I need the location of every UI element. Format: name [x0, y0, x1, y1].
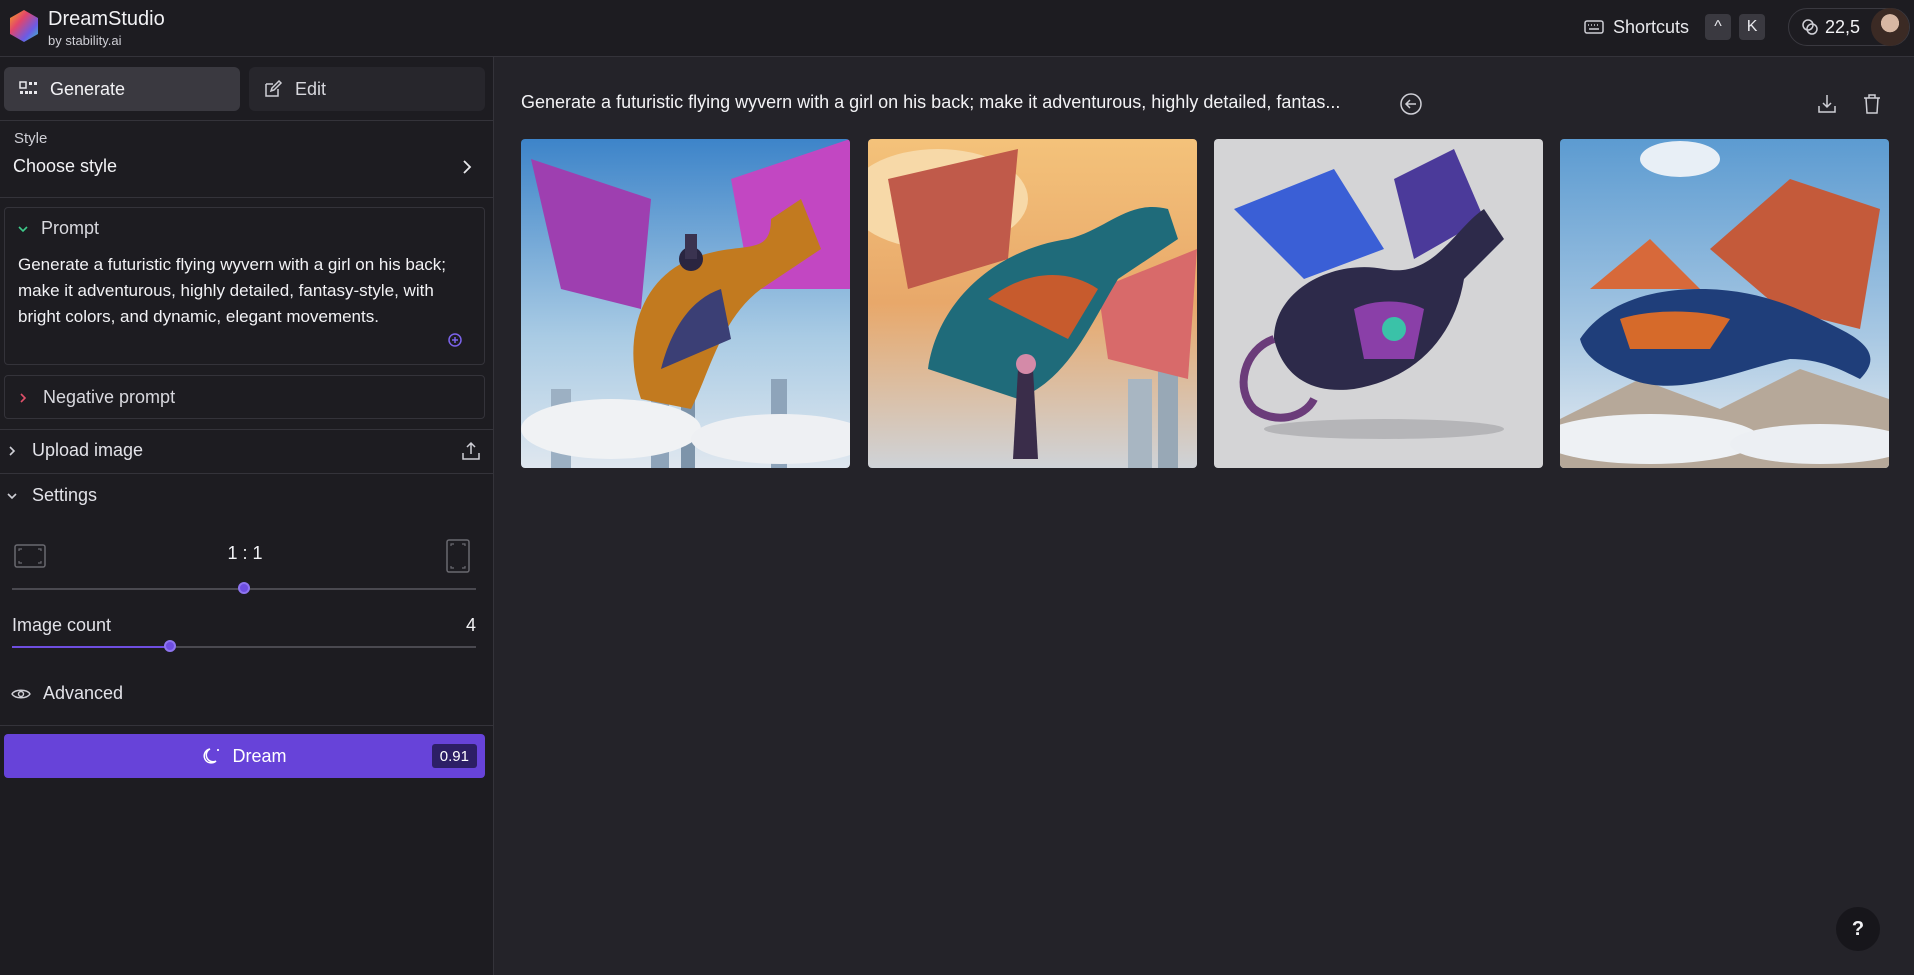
divider [0, 725, 494, 726]
chevron-right-icon[interactable] [458, 158, 476, 176]
shortcuts-button[interactable]: Shortcuts ^ K [1583, 14, 1766, 40]
chevron-down-icon [7, 492, 17, 499]
negative-prompt-section[interactable]: Negative prompt [4, 375, 485, 419]
chevron-right-icon [9, 445, 16, 456]
divider [0, 473, 494, 474]
trash-icon[interactable] [1860, 92, 1884, 116]
credits-amount: 22,5 [1825, 16, 1861, 37]
user-avatar[interactable] [1871, 8, 1909, 46]
upload-image-toggle[interactable]: Upload image [6, 440, 143, 461]
upload-image-label: Upload image [32, 440, 144, 460]
shortcuts-label: Shortcuts [1613, 16, 1690, 37]
generation-title: Generate a futuristic flying wyvern with… [521, 92, 1341, 112]
back-arrow-icon[interactable] [1399, 92, 1423, 116]
help-button[interactable]: ? [1836, 907, 1880, 951]
count-slider-fill [12, 646, 170, 648]
tab-generate-label: Generate [50, 78, 126, 99]
divider [0, 197, 494, 198]
moon-icon [204, 748, 220, 764]
settings-toggle[interactable]: Settings [6, 485, 97, 506]
dreamstudio-logo-icon[interactable] [6, 8, 42, 44]
download-icon[interactable] [1815, 92, 1839, 116]
wyvern-image-4[interactable] [1560, 139, 1889, 468]
landscape-aspect-icon[interactable] [14, 544, 46, 568]
negative-prompt-toggle[interactable]: Negative prompt [17, 387, 175, 408]
shortcut-key-ctrl: ^ [1705, 14, 1732, 40]
upload-icon[interactable] [460, 440, 482, 462]
image-count-label: Image count [12, 615, 112, 635]
eye-icon [11, 689, 31, 698]
sidebar: Generate Edit Style Choose style Prompt … [0, 57, 494, 975]
dream-label: Dream [232, 745, 287, 766]
divider [0, 429, 494, 430]
prompt-section: Prompt Generate a futuristic flying wyve… [4, 207, 485, 365]
dream-cost-badge: 0.91 [431, 744, 477, 768]
advanced-label: Advanced [43, 683, 124, 703]
app-header: DreamStudio by stability.ai Shortcuts ^ … [0, 0, 1914, 57]
tab-edit-label: Edit [295, 78, 327, 99]
brand-subtitle: by stability.ai [48, 33, 122, 48]
chevron-right-icon [20, 392, 27, 403]
aspect-slider-thumb[interactable] [238, 582, 250, 594]
divider [0, 120, 494, 121]
wyvern-image-1[interactable] [521, 139, 850, 468]
shortcut-key-k: K [1739, 14, 1766, 40]
coins-icon [1802, 19, 1818, 35]
prompt-label: Prompt [41, 218, 100, 238]
style-label: Style [14, 130, 48, 147]
count-slider-thumb[interactable] [163, 640, 176, 652]
wyvern-image-3[interactable] [1214, 139, 1543, 468]
settings-label: Settings [32, 485, 98, 505]
chevron-down-icon [18, 225, 28, 232]
prompt-textarea[interactable]: Generate a futuristic flying wyvern with… [18, 252, 458, 330]
dream-button[interactable]: Dream 0.91 [4, 734, 485, 778]
add-prompt-icon[interactable] [448, 333, 462, 347]
negative-prompt-label: Negative prompt [43, 387, 176, 407]
wyvern-image-2[interactable] [868, 139, 1197, 468]
brand-title: DreamStudio [48, 8, 165, 30]
grid-icon [19, 81, 37, 94]
tab-generate[interactable]: Generate [4, 67, 240, 111]
image-count-value: 4 [465, 615, 476, 635]
aspect-ratio-value: 1 : 1 [227, 543, 263, 563]
tab-edit[interactable]: Edit [249, 67, 485, 111]
advanced-toggle[interactable]: Advanced [11, 683, 123, 704]
portrait-aspect-icon[interactable] [446, 539, 470, 573]
style-selector[interactable]: Choose style [13, 156, 117, 177]
edit-icon [265, 79, 283, 97]
keyboard-icon [1584, 20, 1604, 34]
prompt-toggle[interactable]: Prompt [17, 218, 99, 239]
